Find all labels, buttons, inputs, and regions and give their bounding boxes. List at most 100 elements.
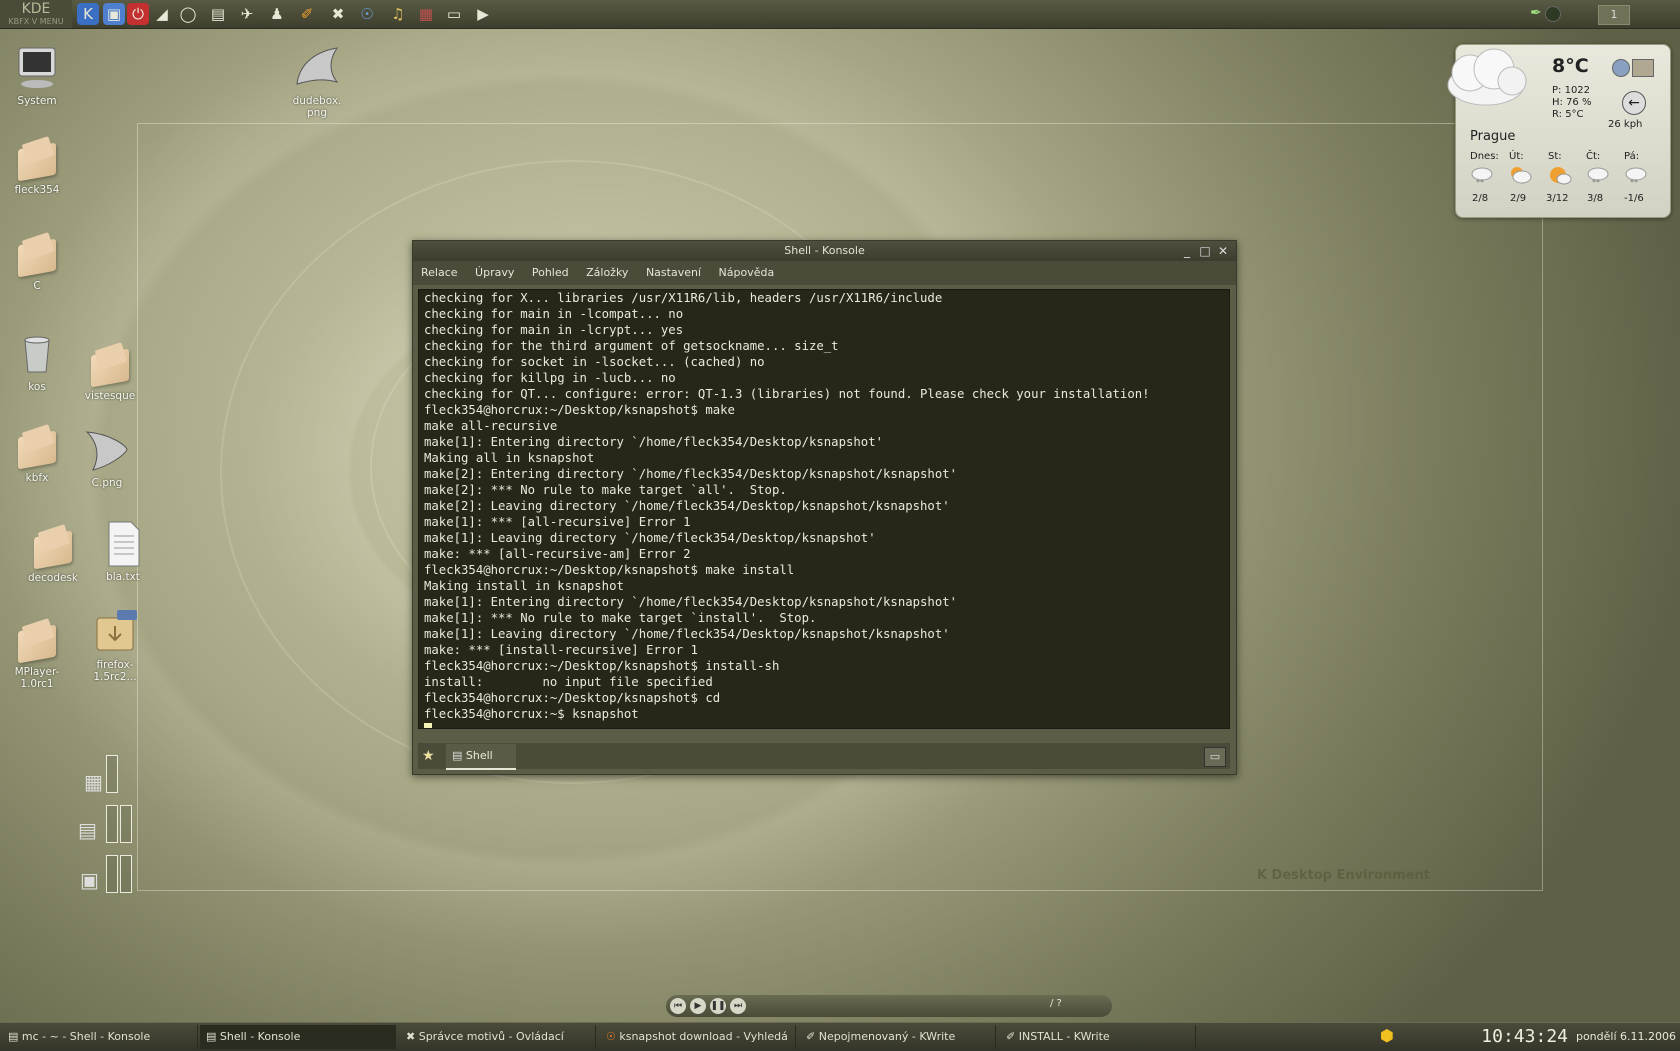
terminal-line: make[1]: *** No rule to make target `ins… xyxy=(424,611,817,625)
update-notifier-icon[interactable]: ⬢ xyxy=(1380,1027,1398,1045)
forecast-day: Pá: xyxy=(1624,151,1640,162)
task-button[interactable]: ▤ mc - ~ - Shell - Konsole xyxy=(2,1025,198,1049)
weather-widget[interactable]: 8°C P: 1022 H: 76 % R: 5°C ← 26 kph Prag… xyxy=(1447,44,1671,218)
task-button-active[interactable]: ▤ Shell - Konsole xyxy=(200,1025,396,1049)
folder-icon xyxy=(14,620,60,666)
terminal-line: checking for main in -lcompat... no xyxy=(424,307,684,321)
forecast-temp: 3/12 xyxy=(1546,193,1569,204)
network-bar-1 xyxy=(106,855,118,893)
menu-zalozky[interactable]: Záložky xyxy=(580,261,634,285)
terminal-line: make: *** [install-recursive] Error 1 xyxy=(424,643,698,657)
next-icon[interactable]: ⏭ xyxy=(730,998,746,1014)
menubar: Relace Úpravy Pohled Záložky Nastavení N… xyxy=(413,261,1236,285)
arrow-icon[interactable]: ▶ xyxy=(472,3,494,25)
task-label: Nepojmenovaný - KWrite xyxy=(818,1030,956,1043)
desktop-icon-label: bla.txt xyxy=(106,571,140,583)
desktop-icon-c-png[interactable]: C.png xyxy=(62,426,152,489)
computer-icon xyxy=(18,47,56,88)
dudebox-icon[interactable]: ◢ xyxy=(151,3,173,25)
terminal-line: Making install in ksnapshot xyxy=(424,579,624,593)
status-tray-icon[interactable] xyxy=(1545,6,1562,22)
trash-icon xyxy=(24,336,50,373)
svg-text:**: ** xyxy=(1476,178,1484,187)
snow-cloud-icon: ** xyxy=(1471,167,1493,187)
desktop-pager[interactable]: 1 xyxy=(1598,5,1630,25)
menu-napoveda[interactable]: Nápověda xyxy=(713,261,781,285)
folder-icon xyxy=(87,344,133,390)
window-titlebar[interactable]: Shell - Konsole _ □ ✕ xyxy=(413,241,1236,261)
desktop-icon-firefox-archive[interactable]: firefox- 1.5rc2... xyxy=(70,608,160,683)
desktop-icon-label: dudebox. png xyxy=(292,95,342,119)
pause-icon[interactable]: ❚❚ xyxy=(710,998,726,1014)
terminal-icon: ▤ xyxy=(206,1030,220,1043)
kde-logo-text: KDE xyxy=(21,1,51,17)
desktop-icon-fleck354[interactable]: fleck354 xyxy=(0,138,82,196)
kde-logo-subtext: KBFX V MENU xyxy=(8,17,64,26)
partly-sunny-icon xyxy=(1550,167,1572,185)
close-icon[interactable]: ✕ xyxy=(1216,244,1230,258)
kbfx-menu-button[interactable]: KDE KBFX V MENU xyxy=(0,0,72,28)
screen-lock-icon[interactable]: ▣ xyxy=(103,3,125,25)
paint-icon[interactable]: ✐ xyxy=(296,3,318,25)
maximize-icon[interactable]: □ xyxy=(1198,244,1212,258)
new-session-icon[interactable]: ★ xyxy=(422,747,440,765)
close-session-icon[interactable]: ▭ xyxy=(1204,747,1226,767)
firefox-icon[interactable]: ☉ xyxy=(356,3,378,25)
memory-bar-1 xyxy=(106,805,118,843)
pencil-tray-icon[interactable]: ✒ xyxy=(1530,5,1542,21)
kde-menu-icon[interactable]: K xyxy=(77,3,99,25)
menu-upravy[interactable]: Úpravy xyxy=(469,261,520,285)
terminal-output[interactable]: checking for X... libraries /usr/X11R6/l… xyxy=(418,289,1230,729)
current-temperature: 8°C xyxy=(1552,55,1589,77)
tab-shell[interactable]: ▤ Shell xyxy=(446,744,516,770)
music-icon[interactable]: ♫ xyxy=(387,3,409,25)
session-tabbar: ★ ▤ Shell ▭ xyxy=(418,743,1230,770)
menu-pohled[interactable]: Pohled xyxy=(526,261,575,285)
menu-nastaveni[interactable]: Nastavení xyxy=(640,261,707,285)
top-panel: KDE KBFX V MENU K ▣ ⏻ ◢ ◯ ▤ ✈ ♟ ✐ ✖ ☉ ♫ … xyxy=(0,0,1680,29)
kwrite-icon: ✐ xyxy=(1006,1030,1019,1043)
desktop-icon-system[interactable]: System xyxy=(0,44,82,107)
terminal-line: make[2]: Leaving directory `/home/fleck3… xyxy=(424,499,950,513)
clock[interactable]: 10:43:24 xyxy=(1481,1024,1568,1050)
desktop-icon-c[interactable]: C xyxy=(0,234,82,292)
tools-icon: ✖ xyxy=(406,1030,419,1043)
play-icon[interactable]: ▶ xyxy=(690,998,706,1014)
folder-icon xyxy=(14,426,60,472)
menu-relace[interactable]: Relace xyxy=(415,261,464,285)
task-button[interactable]: ✖ Správce motivů - Ovládací xyxy=(400,1025,596,1049)
svg-text:**: ** xyxy=(1592,178,1600,187)
desktop-icon-dudebox[interactable]: dudebox. png xyxy=(272,44,362,119)
logout-icon[interactable]: ⏻ xyxy=(127,3,149,25)
globe-icon[interactable]: ◯ xyxy=(177,3,199,25)
media-player-bar: ⏮ ▶ ❚❚ ⏭ / ? xyxy=(666,995,1112,1017)
archive-icon xyxy=(96,610,137,651)
terminal-line: make[1]: Leaving directory `/home/fleck3… xyxy=(424,531,876,545)
desktop-icon-vistesque[interactable]: vistesque xyxy=(65,344,155,402)
taskbar-panel: ▤ mc - ~ - Shell - Konsole ▤ Shell - Kon… xyxy=(0,1022,1680,1051)
memory-bar-2 xyxy=(120,805,132,843)
terminal-line: fleck354@horcrux:~/Desktop/ksnapshot$ cd xyxy=(424,691,721,705)
tux-icon[interactable]: ✈ xyxy=(236,3,258,25)
satellite-image-icon xyxy=(1632,59,1654,77)
terminal-line: make: *** [all-recursive-am] Error 2 xyxy=(424,547,691,561)
konsole-window[interactable]: Shell - Konsole _ □ ✕ Relace Úpravy Pohl… xyxy=(412,240,1237,775)
terminal-line: make[1]: Entering directory `/home/fleck… xyxy=(424,435,884,449)
task-button[interactable]: ✐ INSTALL - KWrite xyxy=(1000,1025,1196,1049)
previous-icon[interactable]: ⏮ xyxy=(670,998,686,1014)
tools-icon[interactable]: ✖ xyxy=(327,3,349,25)
cpu-icon: ▦ xyxy=(84,770,103,794)
penguin-icon[interactable]: ♟ xyxy=(266,3,288,25)
monitor-icon[interactable]: ▤ xyxy=(207,3,229,25)
date[interactable]: pondělí 6.11.2006 xyxy=(1576,1025,1676,1049)
task-button[interactable]: ☉ ksnapshot download - Vyhledá xyxy=(600,1025,796,1049)
terminal-line: checking for socket in -lsocket... (cach… xyxy=(424,355,765,369)
display-icon[interactable]: ▭ xyxy=(443,3,465,25)
terminal-line: make all-recursive xyxy=(424,419,558,433)
desktop-icon-label: C xyxy=(33,280,41,292)
minimize-icon[interactable]: _ xyxy=(1180,244,1194,258)
desktop-icon-bla-txt[interactable]: bla.txt xyxy=(78,520,168,583)
forecast-day: Dnes: xyxy=(1470,151,1499,162)
task-button[interactable]: ✐ Nepojmenovaný - KWrite xyxy=(800,1025,996,1049)
film-icon[interactable]: ▦ xyxy=(415,3,437,25)
